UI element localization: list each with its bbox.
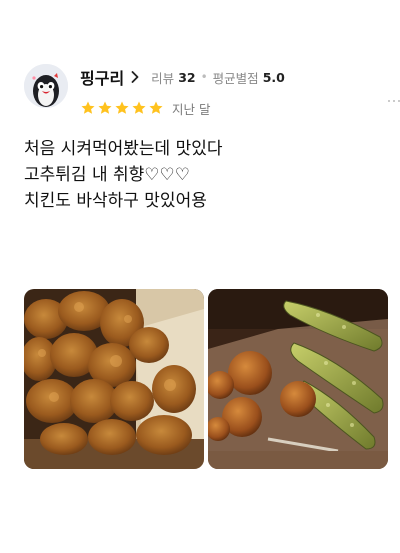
more-options-icon[interactable] <box>388 100 400 102</box>
review-photo-1[interactable] <box>24 289 204 469</box>
review-date: 지난 달 <box>172 101 211 117</box>
review-line: 고추튀김 내 취향♡♡♡ <box>24 165 191 185</box>
penguin-avatar-icon <box>24 64 68 108</box>
fried-chicken-photo-icon <box>24 289 204 469</box>
review-photo-2[interactable] <box>208 289 388 469</box>
review-count-value: 32 <box>178 69 196 85</box>
review-line: 처음 시켜먹어봤는데 맛있다 <box>24 139 223 159</box>
review-count-label: 리뷰 <box>151 70 175 86</box>
star-icon <box>80 100 96 116</box>
review-line: 치킨도 바삭하구 맛있어용 <box>24 191 207 211</box>
rating-row: 지난 달 <box>80 98 210 118</box>
reviewer-info: 핑구리 리뷰 32 • 평균별점 5.0 <box>80 66 285 88</box>
star-icon <box>148 100 164 116</box>
avg-rating-value: 5.0 <box>262 69 285 85</box>
fried-pepper-and-balls-photo-icon <box>208 289 388 469</box>
star-icon <box>131 100 147 116</box>
avatar[interactable] <box>24 64 68 108</box>
avg-rating-label: 평균별점 <box>212 70 259 86</box>
star-icon <box>97 100 113 116</box>
separator-dot: • <box>200 70 208 84</box>
reviewer-name[interactable]: 핑구리 <box>80 65 124 89</box>
star-rating <box>80 100 164 116</box>
star-icon <box>114 100 130 116</box>
chevron-right-icon[interactable] <box>131 71 139 83</box>
review-card: 핑구리 리뷰 32 • 평균별점 5.0 지난 달 처음 시켜먹어봤는데 맛있다… <box>0 0 400 553</box>
review-text: 처음 시켜먹어봤는데 맛있다 고추튀김 내 취향♡♡♡ 치킨도 바삭하구 맛있어… <box>24 136 384 214</box>
